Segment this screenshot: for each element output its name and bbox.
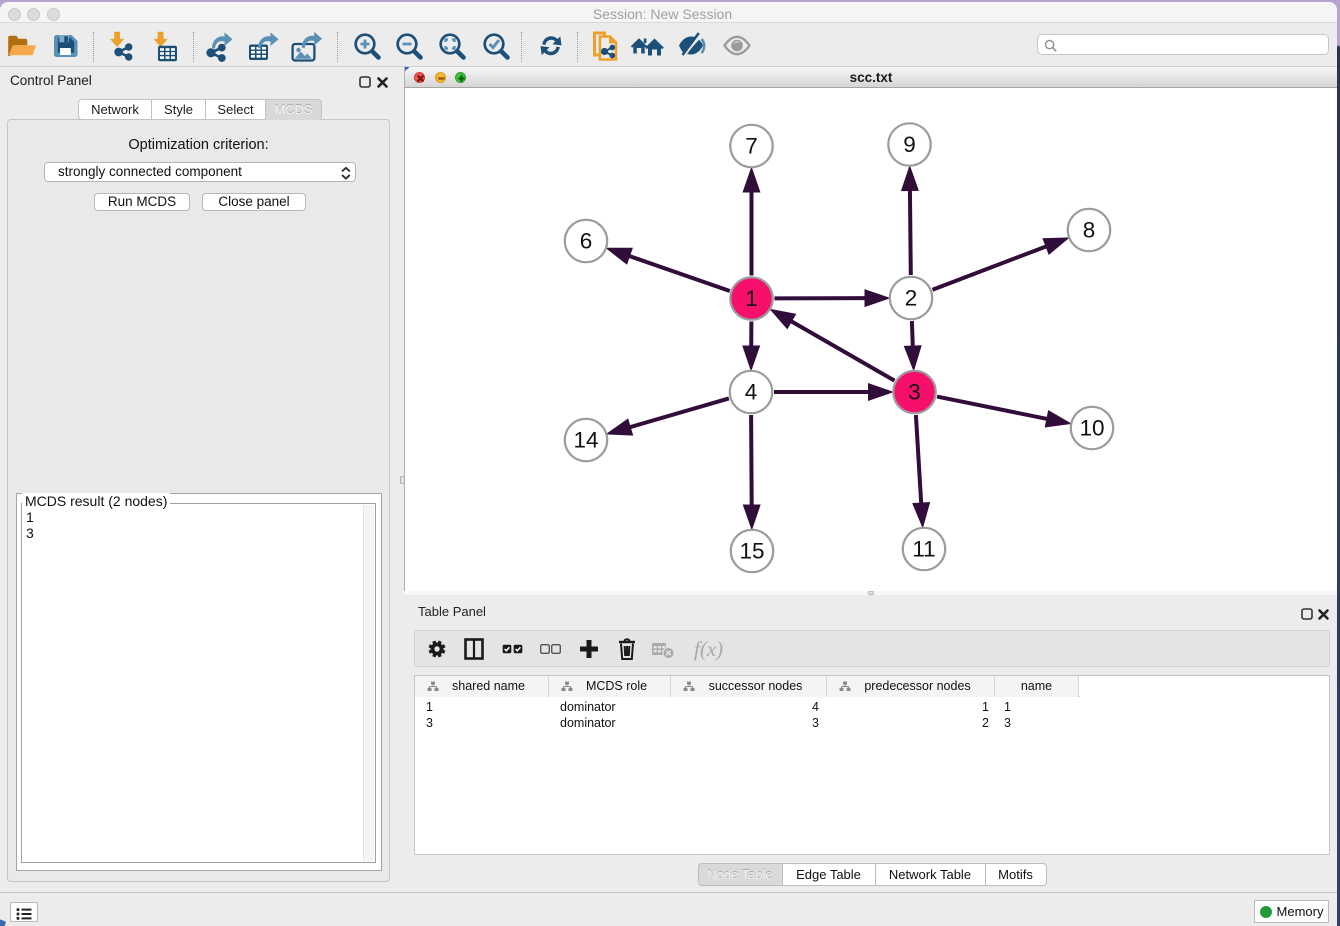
svg-text:14: 14 xyxy=(573,428,598,453)
svg-text:11: 11 xyxy=(912,537,935,562)
svg-text:9: 9 xyxy=(903,132,916,157)
svg-text:3: 3 xyxy=(908,380,921,405)
svg-text:2: 2 xyxy=(905,286,918,311)
svg-text:10: 10 xyxy=(1079,416,1104,441)
svg-text:1: 1 xyxy=(745,286,758,311)
svg-text:6: 6 xyxy=(580,229,593,254)
svg-text:4: 4 xyxy=(745,380,758,405)
svg-text:f(x): f(x) xyxy=(694,637,723,661)
svg-text:7: 7 xyxy=(745,134,758,159)
svg-text:15: 15 xyxy=(739,539,764,564)
svg-text:8: 8 xyxy=(1083,218,1096,243)
